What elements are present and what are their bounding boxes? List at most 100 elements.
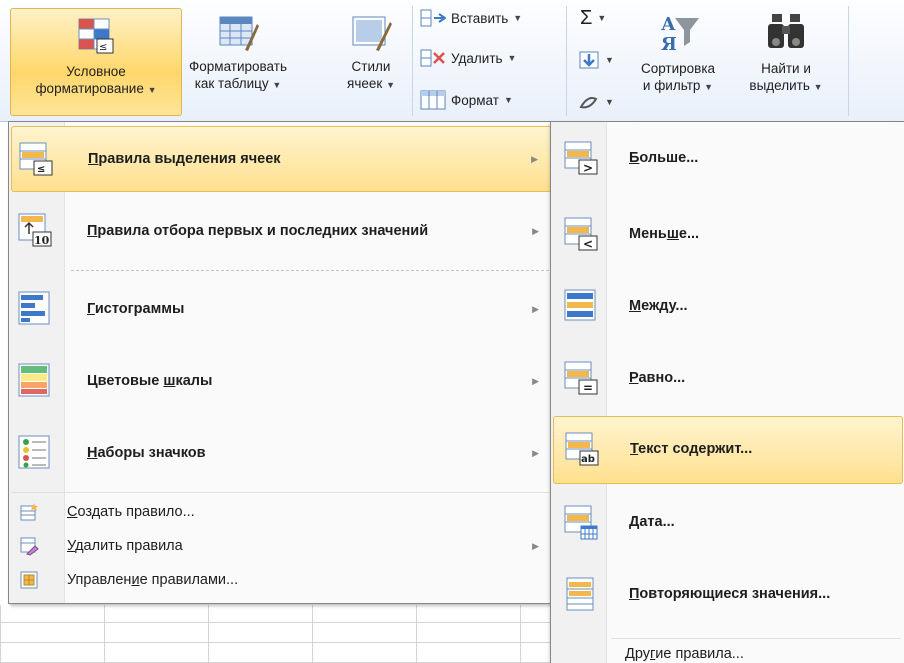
format-label: Формат (451, 92, 499, 108)
submenu-item-duplicate-values[interactable]: Повторяющиеся значения... (553, 562, 903, 630)
insert-label: Вставить (451, 10, 509, 26)
insert-button[interactable]: Вставить ▼ (420, 6, 522, 30)
find-select-button[interactable]: Найти и выделить ▼ (738, 10, 834, 96)
submenu-item-label: Текст содержит... (630, 441, 753, 457)
sort-filter-label-1: Сортировка (640, 61, 716, 76)
format-as-table-icon (219, 16, 259, 51)
menu-item-label: Правила отбора первых и последних значен… (87, 223, 429, 239)
submenu-arrow-icon: ▶ (531, 153, 538, 164)
submenu-arrow-icon: ▶ (532, 375, 539, 386)
between-icon (564, 289, 596, 321)
dropdown-arrow-icon: ▼ (513, 13, 523, 23)
submenu-arrow-icon: ▶ (532, 225, 539, 236)
format-as-table-button[interactable]: Форматировать как таблицу ▼ (188, 14, 288, 94)
delete-cells-icon (420, 49, 445, 67)
cell-styles-label-1: Стили (351, 59, 391, 74)
menu-item-clear-rules[interactable]: Удалить правила ▶ (11, 532, 553, 560)
conditional-formatting-button[interactable]: ≤ Условное форматирование ▼ (10, 8, 182, 116)
ribbon-styles-editing: ≤ Условное форматирование ▼ Форматироват… (0, 0, 904, 122)
submenu-item-between[interactable]: Между... (553, 274, 903, 342)
submenu-item-text-contains[interactable]: ab Текст содержит... (553, 416, 903, 484)
submenu-item-label: Дата... (629, 514, 675, 530)
fill-down-icon (579, 51, 599, 69)
svg-text:<: < (583, 237, 593, 251)
format-button[interactable]: Формат ▼ (420, 88, 513, 112)
cell-styles-button[interactable]: Стили ячеек ▼ (338, 14, 404, 94)
top-bottom-rules-icon: 10 (18, 213, 52, 247)
ribbon-separator (848, 6, 849, 116)
menu-item-manage-rules[interactable]: Управление правилами... (11, 566, 553, 594)
svg-text:Я: Я (661, 34, 677, 54)
sort-filter-button[interactable]: А Я Сортировка и фильтр ▼ (622, 10, 734, 96)
menu-item-label: Наборы значков (87, 445, 206, 461)
menu-item-label: Гистограммы (87, 301, 185, 317)
binoculars-icon (768, 14, 804, 48)
date-occurring-icon (564, 505, 598, 540)
menu-item-new-rule[interactable]: Создать правило... (11, 498, 553, 526)
format-as-table-label-2: как таблицу (194, 76, 269, 91)
svg-text:А: А (661, 14, 676, 35)
manage-rules-icon (20, 571, 38, 589)
find-select-label-2: выделить (749, 78, 810, 93)
format-cells-icon (420, 90, 446, 110)
submenu-item-equal-to[interactable]: = Равно... (553, 346, 903, 414)
greater-than-icon: > (564, 141, 598, 175)
find-select-label-1: Найти и (761, 61, 811, 76)
menu-item-label: Создать правило... (67, 504, 195, 520)
menu-item-label: Правила выделения ячеек (88, 151, 281, 167)
menu-item-icon-sets[interactable]: Наборы значков ▶ (11, 420, 553, 486)
eraser-icon (579, 97, 598, 109)
menu-item-label: Удалить правила (67, 538, 183, 554)
submenu-item-greater-than[interactable]: > Больше... (553, 126, 903, 194)
menu-item-data-bars[interactable]: Гистограммы ▶ (11, 276, 553, 342)
new-rule-icon (20, 503, 38, 521)
submenu-item-label: Повторяющиеся значения... (629, 586, 831, 602)
cell-styles-icon (352, 16, 392, 51)
autosum-icon: Σ (580, 6, 593, 29)
menu-item-label: Цветовые шкалы (87, 373, 213, 389)
dropdown-arrow-icon: ▼ (503, 95, 513, 105)
fill-button[interactable]: ▼ (578, 48, 614, 72)
excel-window: ≤ Условное форматирование ▼ Форматироват… (0, 0, 904, 663)
svg-text:≤: ≤ (99, 42, 107, 53)
svg-text:10: 10 (34, 234, 50, 247)
submenu-item-date-occurring[interactable]: Дата... (553, 490, 903, 558)
text-contains-icon: ab (565, 432, 599, 466)
clear-rules-icon (20, 537, 39, 556)
conditional-formatting-menu: ≤ Правила выделения ячеек ▶ 10 Правила о… (8, 121, 556, 604)
dropdown-arrow-icon: ▼ (386, 80, 395, 90)
svg-text:ab: ab (581, 454, 595, 465)
menu-item-highlight-cells-rules[interactable]: ≤ Правила выделения ячеек ▶ (11, 126, 553, 192)
svg-text:>: > (583, 161, 593, 175)
worksheet-grid[interactable] (0, 605, 560, 663)
dropdown-arrow-icon: ▼ (605, 97, 614, 107)
clear-button[interactable]: ▼ (578, 90, 614, 114)
menu-separator (11, 492, 553, 493)
delete-button[interactable]: Удалить ▼ (420, 46, 516, 70)
submenu-item-more-rules[interactable]: Другие правила... (625, 642, 744, 663)
submenu-item-label: Равно... (629, 370, 686, 386)
dropdown-arrow-icon: ▼ (605, 55, 614, 65)
menu-item-color-scales[interactable]: Цветовые шкалы ▶ (11, 348, 553, 414)
cell-styles-label-2: ячеек (347, 76, 383, 91)
conditional-formatting-label-1: Условное (66, 64, 126, 79)
submenu-item-label: Меньше... (629, 226, 700, 242)
autosum-button[interactable]: Σ ▼ (580, 6, 606, 30)
sort-filter-icon: А Я (661, 14, 699, 54)
highlight-cells-rules-submenu: > Больше... < Меньше... Между... = Равно… (550, 121, 904, 663)
dropdown-arrow-icon: ▼ (272, 80, 282, 90)
submenu-arrow-icon: ▶ (532, 447, 539, 458)
delete-label: Удалить (451, 50, 503, 66)
color-scales-icon (18, 363, 50, 397)
conditional-formatting-label-2: форматирование (35, 81, 144, 96)
less-than-icon: < (564, 217, 598, 251)
insert-cells-icon (420, 9, 446, 27)
menu-item-top-bottom-rules[interactable]: 10 Правила отбора первых и последних зна… (11, 198, 553, 264)
ribbon-separator (566, 6, 567, 116)
svg-text:≤: ≤ (37, 164, 45, 175)
submenu-arrow-icon: ▶ (532, 303, 539, 314)
submenu-item-less-than[interactable]: < Меньше... (553, 202, 903, 270)
conditional-formatting-icon: ≤ (78, 18, 114, 54)
menu-separator (71, 270, 549, 271)
dropdown-arrow-icon: ▼ (597, 13, 607, 23)
